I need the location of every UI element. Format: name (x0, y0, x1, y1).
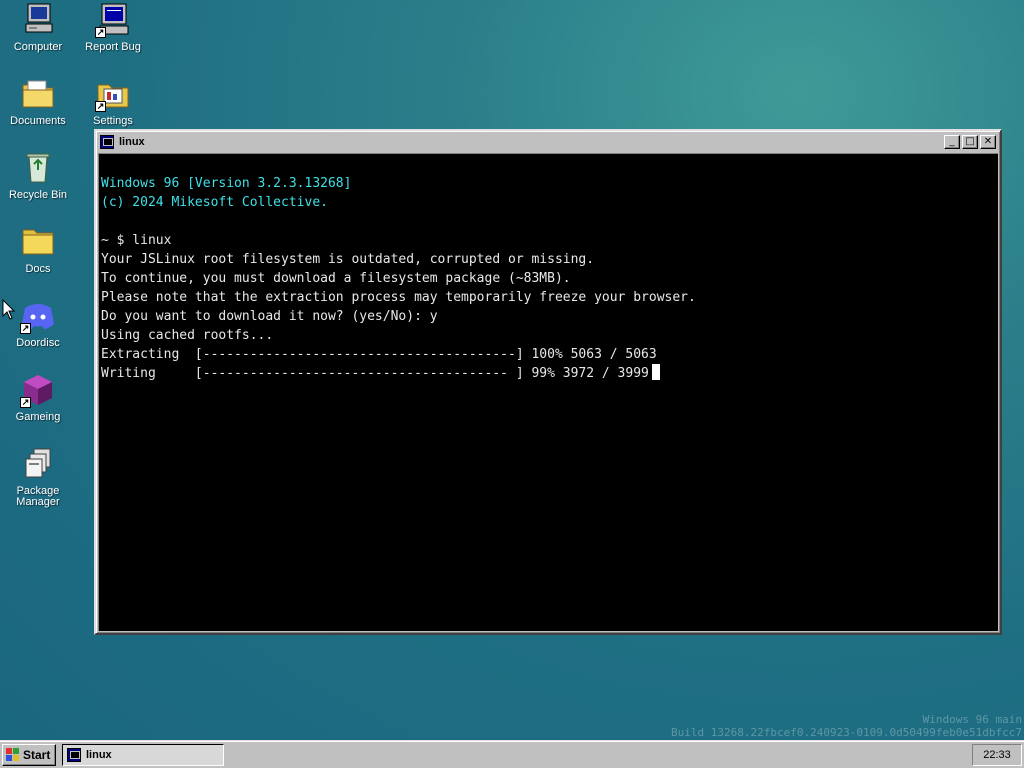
desktop-icon-docs[interactable]: Docs (0, 224, 76, 275)
watermark-line-1: Windows 96 main (922, 713, 1022, 726)
package-manager-icon (20, 446, 56, 482)
discord-icon: ↗ (20, 298, 56, 334)
terminal-line: (c) 2024 Mikesoft Collective. (101, 195, 328, 210)
minimize-button[interactable]: _ (944, 135, 960, 149)
maximize-button[interactable]: □ (962, 135, 978, 149)
terminal-line: ~ $ linux (101, 233, 172, 248)
terminal-progress-line: Writing [-------------------------------… (101, 364, 996, 383)
cube-icon: ↗ (20, 372, 56, 408)
desktop-icon-package-manager[interactable]: Package Manager (0, 446, 76, 508)
window-titlebar[interactable]: linux _ □ ✕ (98, 133, 998, 151)
terminal-line: Extracting [----------------------------… (101, 347, 657, 362)
text-cursor (651, 364, 660, 380)
settings-icon: ↗ (95, 76, 131, 112)
linux-terminal-window[interactable]: linux _ □ ✕ Windows 96 [Version 3.2.3.13… (94, 129, 1002, 635)
computer-icon (20, 2, 56, 38)
desktop-icon-label: Documents (10, 115, 66, 127)
desktop-icon-recycle-bin[interactable]: Recycle Bin (0, 150, 76, 201)
shortcut-arrow-icon: ↗ (95, 27, 106, 38)
desktop-icon-settings[interactable]: ↗ Settings (75, 76, 151, 127)
docs-folder-icon (20, 224, 56, 260)
desktop-icon-label: Docs (25, 263, 51, 275)
shortcut-arrow-icon: ↗ (20, 397, 31, 408)
start-button[interactable]: Start (2, 743, 56, 766)
taskbar-item-label: linux (86, 748, 112, 761)
build-watermark: Windows 96 main Build 13268.22fbcef0.2409… (671, 713, 1022, 739)
desktop-icon-label: Gameing (15, 411, 61, 423)
desktop-icon-report-bug[interactable]: ↗ Report Bug (75, 2, 151, 53)
system-clock[interactable]: 22:33 (972, 743, 1022, 766)
mouse-pointer-icon (2, 299, 16, 320)
terminal-line: Windows 96 [Version 3.2.3.13268] (101, 176, 352, 191)
terminal-app-icon (67, 747, 81, 762)
window-title: linux (119, 136, 145, 148)
desktop-icon-label: Computer (13, 41, 63, 53)
desktop-icon-computer[interactable]: Computer (0, 2, 76, 53)
taskbar-item-linux[interactable]: linux (62, 743, 224, 766)
desktop-icon-label: Report Bug (85, 41, 141, 53)
terminal-line: Using cached rootfs... (101, 328, 274, 343)
desktop-icon-label: Settings (93, 115, 133, 127)
terminal-app-icon (100, 135, 114, 149)
terminal-line: To continue, you must download a filesys… (101, 271, 571, 286)
report-bug-icon: ↗ (95, 2, 131, 38)
close-button[interactable]: ✕ (980, 135, 996, 149)
terminal-line: Your JSLinux root filesystem is outdated… (101, 252, 595, 267)
desktop-icon-gameing[interactable]: ↗ Gameing (0, 372, 76, 423)
start-label: Start (23, 747, 51, 762)
taskbar: Start linux 22:33 (0, 740, 1024, 768)
terminal-line-text: Writing [-------------------------------… (101, 366, 649, 381)
documents-folder-icon (20, 76, 56, 112)
shortcut-arrow-icon: ↗ (95, 101, 106, 112)
desktop-icon-label: Recycle Bin (8, 189, 68, 201)
recycle-bin-icon (20, 150, 56, 186)
watermark-line-2: Build 13268.22fbcef0.240923-0109.0d50499… (671, 726, 1022, 739)
desktop-icon-label: Doordisc (16, 337, 60, 349)
windows-logo-icon (6, 747, 20, 762)
shortcut-arrow-icon: ↗ (20, 323, 31, 334)
desktop-icon-label: Package Manager (16, 485, 60, 508)
terminal-line: Do you want to download it now? (yes/No)… (101, 309, 438, 324)
terminal-output[interactable]: Windows 96 [Version 3.2.3.13268] (c) 2024… (98, 153, 998, 631)
terminal-line: Please note that the extraction process … (101, 290, 696, 305)
desktop-icon-documents[interactable]: Documents (0, 76, 76, 127)
